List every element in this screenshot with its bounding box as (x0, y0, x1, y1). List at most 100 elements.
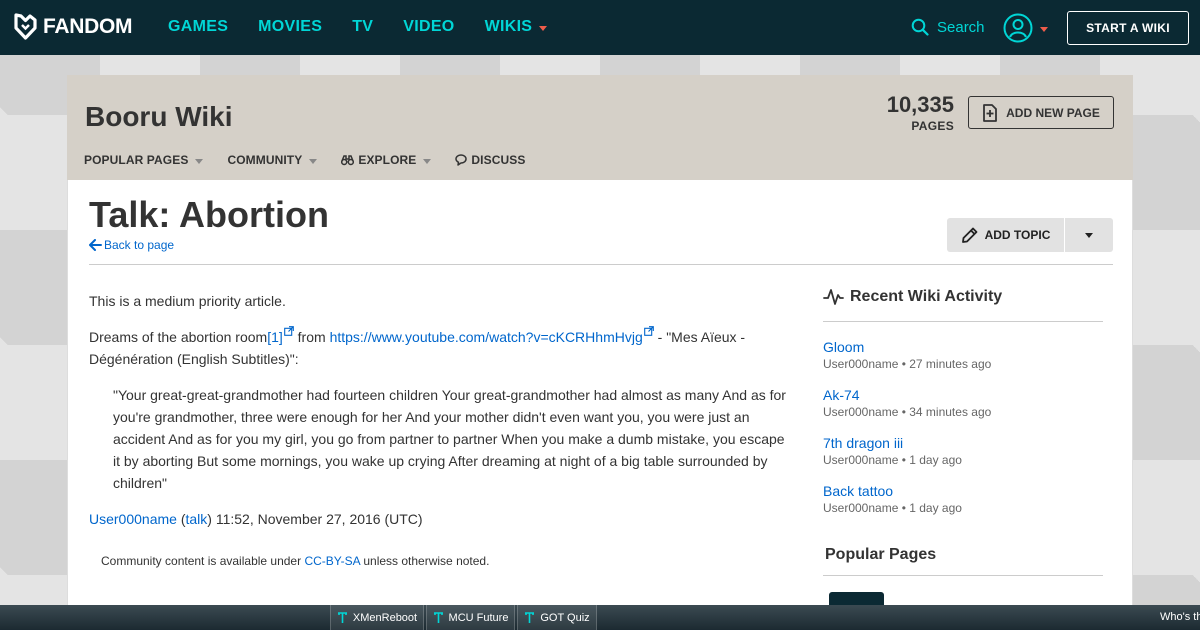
nav-wikis-label: WIKIS (484, 18, 533, 35)
cc-by-sa-link[interactable]: CC-BY-SA (304, 554, 360, 568)
nav-tv[interactable]: TV (352, 18, 373, 36)
add-topic-button[interactable]: ADD TOPIC (947, 218, 1065, 252)
talk-link[interactable]: talk (186, 511, 208, 527)
add-topic-control: ADD TOPIC (947, 218, 1113, 252)
chevron-down-icon (309, 158, 318, 164)
activity-item: Back tattoo User000name • 1 day ago (823, 482, 1103, 516)
external-link-icon (283, 326, 294, 337)
user-link[interactable]: User000name (89, 511, 177, 527)
chevron-down-icon (423, 158, 432, 164)
external-link-icon (643, 326, 654, 337)
license-notice: Community content is available under CC-… (101, 554, 489, 568)
license-text: Community content is available under (101, 554, 305, 568)
fandom-logo[interactable]: FANDOM (12, 13, 133, 41)
avatar-icon (1003, 13, 1033, 43)
add-topic-dropdown[interactable] (1065, 218, 1113, 252)
tab-popular-pages-label: POPULAR PAGES (84, 153, 189, 167)
arrow-left-icon (89, 239, 102, 251)
back-to-page-label: Back to page (104, 238, 175, 252)
activity-icon (823, 289, 844, 305)
global-navigation: FANDOM GAMES MOVIES TV VIDEO WIKIS Searc… (0, 0, 1200, 55)
page-count-label: PAGES (911, 119, 954, 133)
popular-pages-title: Popular Pages (825, 546, 937, 563)
tab-discuss[interactable]: DISCUSS (455, 153, 525, 167)
article-paragraph: Dreams of the abortion room[1] from http… (89, 326, 789, 370)
add-new-page-button[interactable]: ADD NEW PAGE (968, 96, 1114, 129)
activity-link[interactable]: 7th dragon iii (823, 434, 1103, 452)
activity-list: Gloom User000name • 27 minutes ago Ak-74… (823, 338, 1103, 516)
tab-popular-pages[interactable]: POPULAR PAGES (84, 153, 204, 167)
chevron-down-icon (1040, 26, 1048, 32)
divider (89, 264, 1113, 265)
page-content: Talk: Abortion Back to page ADD TOPIC Th… (67, 180, 1133, 630)
trending-label: XMenReboot (352, 611, 418, 624)
activity-meta: User000name • 34 minutes ago (823, 405, 992, 419)
back-to-page-link[interactable]: Back to page (89, 238, 174, 252)
youtube-link[interactable]: https://www.youtube.com/watch?v=cKCRHhmH… (330, 329, 643, 345)
trending-bar: XMenReboot MCU Future GOT Quiz Who's th (0, 605, 1200, 630)
activity-meta: User000name • 27 minutes ago (823, 357, 992, 371)
nav-games[interactable]: GAMES (168, 18, 228, 36)
search-button[interactable]: Search (911, 18, 985, 36)
explore-icon (341, 154, 355, 165)
tab-discuss-label: DISCUSS (471, 153, 526, 167)
news-ticker[interactable]: Who's th (1160, 611, 1200, 623)
chevron-down-icon (195, 158, 204, 164)
tab-explore[interactable]: EXPLORE (341, 153, 432, 167)
signature-timestamp: ) 11:52, November 27, 2016 (UTC) (207, 511, 423, 527)
add-new-page-label: ADD NEW PAGE (1006, 105, 1100, 120)
nav-video[interactable]: VIDEO (403, 18, 454, 36)
signature-text: ( (176, 511, 186, 527)
discuss-icon (455, 154, 468, 166)
paragraph-text: Dreams of the abortion room (89, 329, 268, 345)
activity-meta: User000name • 1 day ago (823, 501, 962, 515)
activity-item: Gloom User000name • 27 minutes ago (823, 338, 1103, 372)
logo-text: FANDOM (43, 15, 133, 38)
activity-meta: User000name • 1 day ago (823, 453, 962, 467)
activity-link[interactable]: Gloom (823, 338, 1103, 356)
signature: User000name (talk) 11:52, November 27, 2… (89, 508, 789, 530)
activity-link[interactable]: Ak-74 (823, 386, 1103, 404)
chevron-down-icon (539, 25, 548, 31)
wiki-name[interactable]: Booru Wiki (85, 101, 233, 133)
antenna-icon (525, 611, 535, 623)
search-icon (911, 18, 929, 36)
paragraph-text: from (293, 329, 330, 345)
tab-community-label: COMMUNITY (227, 153, 303, 167)
page-count: 10,335 (886, 92, 954, 117)
divider (823, 321, 1103, 322)
main-nav: GAMES MOVIES TV VIDEO WIKIS (168, 18, 577, 36)
nav-movies[interactable]: MOVIES (258, 18, 322, 36)
trending-item[interactable]: MCU Future (426, 605, 515, 630)
add-page-icon (983, 103, 998, 122)
trending-label: GOT Quiz (540, 611, 590, 624)
right-rail: Recent Wiki Activity Gloom User000name •… (823, 288, 1103, 630)
user-menu[interactable] (1003, 13, 1048, 43)
license-text: unless otherwise noted. (360, 554, 490, 568)
lyrics-quote: "Your great-great-grandmother had fourte… (113, 387, 786, 491)
trending-item[interactable]: XMenReboot (330, 605, 424, 630)
pencil-icon (961, 227, 977, 243)
wiki-tabs: POPULAR PAGES COMMUNITY EXPLORE DISCUSS (84, 153, 549, 167)
tab-community[interactable]: COMMUNITY (227, 153, 318, 167)
divider (823, 575, 1103, 576)
antenna-icon (337, 611, 347, 623)
nav-wikis[interactable]: WIKIS (485, 18, 548, 36)
page-counter: 10,335 PAGES (887, 92, 954, 133)
activity-link[interactable]: Back tattoo (823, 482, 1103, 500)
article-body: This is a medium priority article. Dream… (89, 290, 789, 544)
recent-activity-title: Recent Wiki Activity (850, 288, 1003, 305)
recent-activity-header: Recent Wiki Activity (823, 288, 1103, 306)
fandom-heart-icon (14, 13, 37, 40)
antenna-icon (433, 611, 443, 623)
reference-link[interactable]: [1] (267, 329, 283, 345)
add-topic-label: ADD TOPIC (984, 228, 1051, 242)
chevron-down-icon (1085, 232, 1093, 238)
trending-item[interactable]: GOT Quiz (517, 605, 597, 630)
activity-item: Ak-74 User000name • 34 minutes ago (823, 386, 1103, 420)
start-a-wiki-button[interactable]: START A WIKI (1067, 11, 1189, 45)
wiki-header: Booru Wiki 10,335 PAGES ADD NEW PAGE POP… (67, 75, 1133, 180)
trending-label: MCU Future (448, 611, 509, 624)
page-title: Talk: Abortion (89, 194, 329, 235)
tab-explore-label: EXPLORE (358, 153, 417, 167)
